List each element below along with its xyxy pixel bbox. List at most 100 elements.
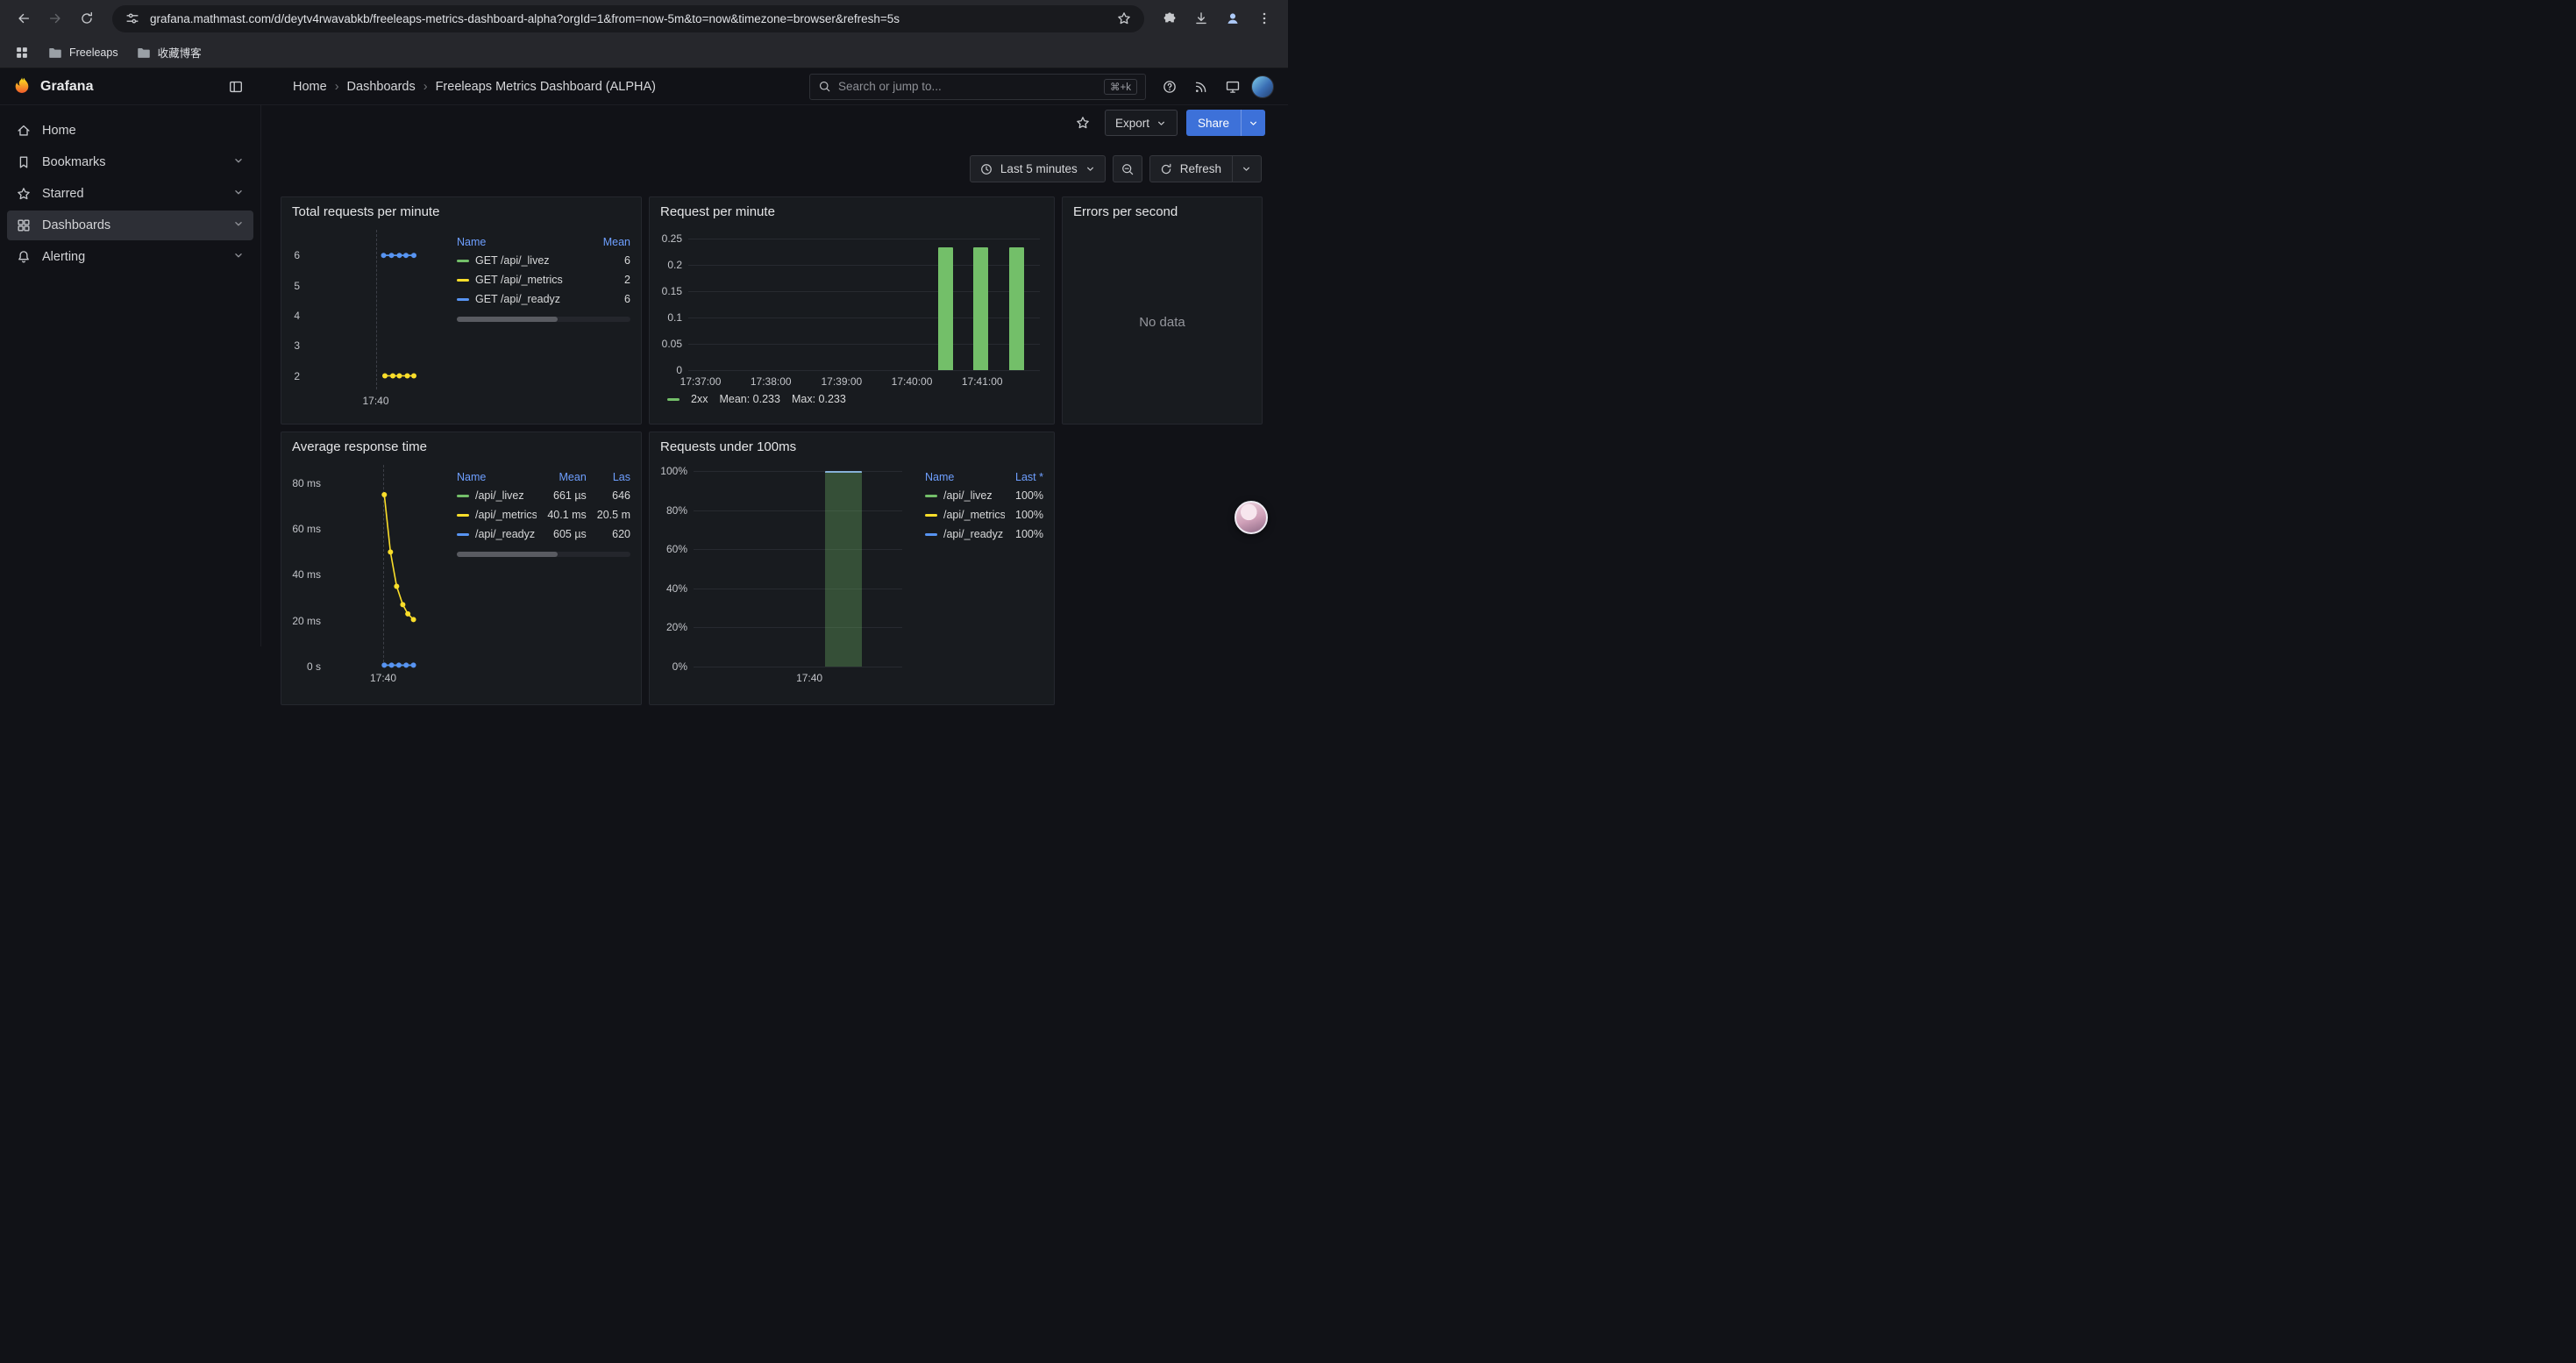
chart-bar xyxy=(1009,247,1024,370)
home-icon xyxy=(16,123,32,139)
y-tick-label: 100% xyxy=(658,465,687,477)
legend-series-label[interactable]: /api/_livez xyxy=(457,486,537,505)
legend-stat-mean: Mean: 0.233 xyxy=(719,393,780,405)
panel-title[interactable]: Request per minute xyxy=(650,197,1054,221)
legend-value: 605 µs xyxy=(547,525,586,544)
browser-menu-icon[interactable] xyxy=(1249,4,1279,33)
y-tick-label: 60 ms xyxy=(290,523,321,535)
panel-title[interactable]: Total requests per minute xyxy=(281,197,641,221)
legend-series-label[interactable]: /api/_metrics xyxy=(457,505,537,525)
breadcrumb-item[interactable]: Dashboards xyxy=(347,80,416,94)
bookmark-folder-freeleaps[interactable]: Freeleaps xyxy=(47,45,118,61)
breadcrumb-separator: › xyxy=(423,80,428,94)
floating-assistant-avatar[interactable] xyxy=(1235,501,1268,534)
series-color-icon xyxy=(925,533,937,536)
help-icon[interactable] xyxy=(1156,74,1183,100)
panel-legend: NameLast */api/_livez100%/api/_metrics10… xyxy=(913,456,1045,697)
back-button[interactable] xyxy=(9,4,39,33)
grafana-top-header: Grafana Home›Dashboards›Freeleaps Metric… xyxy=(0,68,1288,105)
favorite-star-icon[interactable] xyxy=(1070,110,1096,136)
share-button[interactable]: Share xyxy=(1186,110,1265,136)
series-name: /api/_livez xyxy=(475,489,524,502)
profile-avatar[interactable] xyxy=(1218,4,1248,33)
y-tick-label: 0.2 xyxy=(658,259,682,271)
panel-title[interactable]: Average response time xyxy=(281,432,641,456)
scrollbar-thumb[interactable] xyxy=(457,317,558,322)
sidebar-item-home[interactable]: Home xyxy=(7,116,253,146)
share-label[interactable]: Share xyxy=(1186,110,1241,136)
legend-value: 100% xyxy=(1015,505,1043,525)
legend-scrollbar[interactable] xyxy=(457,552,630,557)
zoom-out-icon[interactable] xyxy=(1113,155,1142,182)
chart-bar xyxy=(938,247,953,370)
legend-series-label[interactable]: GET /api/_livez xyxy=(457,251,593,270)
y-tick-label: 6 xyxy=(290,249,300,261)
legend-value: 100% xyxy=(1015,486,1043,505)
legend-series-label[interactable]: /api/_metrics xyxy=(925,505,1005,525)
grafana-logo[interactable] xyxy=(12,75,32,97)
forward-button[interactable] xyxy=(40,4,70,33)
collapse-sidebar-icon[interactable] xyxy=(223,74,249,100)
kiosk-monitor-icon[interactable] xyxy=(1220,74,1246,100)
downloads-icon[interactable] xyxy=(1186,4,1216,33)
apps-grid-icon[interactable] xyxy=(14,45,30,61)
time-range-picker[interactable]: Last 5 minutes xyxy=(970,155,1106,182)
legend-series-label[interactable]: /api/_livez xyxy=(925,486,1005,505)
search-bar[interactable]: ⌘+k xyxy=(809,74,1146,100)
keyboard-shortcut-badge: ⌘+k xyxy=(1104,79,1137,95)
legend-series-label[interactable]: /api/_readyz xyxy=(925,525,1005,544)
y-tick-label: 80% xyxy=(658,504,687,517)
dashboard-panels: Total requests per minute 6543217:40 Nam… xyxy=(261,182,1288,646)
y-tick-label: 5 xyxy=(290,280,300,292)
bookmark-folder-blogs[interactable]: 收藏博客 xyxy=(136,44,202,61)
folder-icon xyxy=(47,45,63,61)
search-icon xyxy=(818,80,831,93)
dashboard-content: Export Share Last 5 minutes Refresh xyxy=(261,105,1288,646)
bar-chart: 0.250.20.150.10.05017:37:0017:38:0017:39… xyxy=(658,221,1045,389)
panel-legend: 2xx Mean: 0.233 Max: 0.233 xyxy=(658,389,1045,405)
refresh-button[interactable]: Refresh xyxy=(1149,155,1262,182)
x-tick-label: 17:38:00 xyxy=(751,375,792,388)
legend-series-label[interactable]: GET /api/_metrics xyxy=(457,270,593,289)
legend-column-header: Name xyxy=(457,233,593,251)
legend-scrollbar[interactable] xyxy=(457,317,630,322)
dashboard-actions: Export Share xyxy=(261,105,1288,140)
panel-title[interactable]: Requests under 100ms xyxy=(650,432,1054,456)
legend-value: 100% xyxy=(1015,525,1043,544)
series-color-icon xyxy=(457,260,469,262)
sidebar-item-dashboards[interactable]: Dashboards xyxy=(7,211,253,240)
x-tick-label: 17:40 xyxy=(370,672,396,684)
sidebar-item-label: Bookmarks xyxy=(42,155,106,169)
bookmark-star-icon[interactable] xyxy=(1116,11,1132,26)
news-rss-icon[interactable] xyxy=(1188,74,1214,100)
user-avatar[interactable] xyxy=(1251,75,1274,98)
sidebar-item-alerting[interactable]: Alerting xyxy=(7,242,253,272)
reload-button[interactable] xyxy=(72,4,102,33)
y-tick-label: 0% xyxy=(658,660,687,673)
extensions-icon[interactable] xyxy=(1155,4,1185,33)
sidebar-item-starred[interactable]: Starred xyxy=(7,179,253,209)
legend-series-label[interactable]: GET /api/_readyz xyxy=(457,289,593,309)
breadcrumb-item[interactable]: Home xyxy=(293,80,327,94)
sidebar-item-bookmarks[interactable]: Bookmarks xyxy=(7,147,253,177)
chart-plot xyxy=(327,465,439,667)
export-button[interactable]: Export xyxy=(1105,110,1178,136)
panel-title[interactable]: Errors per second xyxy=(1063,197,1262,221)
grid-icon xyxy=(16,218,32,233)
url-text[interactable] xyxy=(150,12,1107,25)
share-menu-caret[interactable] xyxy=(1241,110,1265,136)
panel-requests-under-100ms: Requests under 100ms 100%80%60%40%20%0%1… xyxy=(649,432,1055,705)
scrollbar-thumb[interactable] xyxy=(457,552,558,557)
y-tick-label: 20 ms xyxy=(290,615,321,627)
legend-column-header: Mean xyxy=(603,233,630,251)
site-settings-icon[interactable] xyxy=(125,11,140,26)
breadcrumb: Home›Dashboards›Freeleaps Metrics Dashbo… xyxy=(293,80,656,94)
y-tick-label: 0 xyxy=(658,364,682,376)
bookmark-icon xyxy=(16,154,32,170)
url-bar[interactable] xyxy=(112,5,1144,32)
legend-series-label[interactable]: 2xx xyxy=(691,393,708,405)
legend-series-label[interactable]: /api/_readyz xyxy=(457,525,537,544)
search-input[interactable] xyxy=(838,80,1097,93)
chevron-down-icon xyxy=(232,154,245,170)
breadcrumb-item[interactable]: Freeleaps Metrics Dashboard (ALPHA) xyxy=(436,80,656,94)
